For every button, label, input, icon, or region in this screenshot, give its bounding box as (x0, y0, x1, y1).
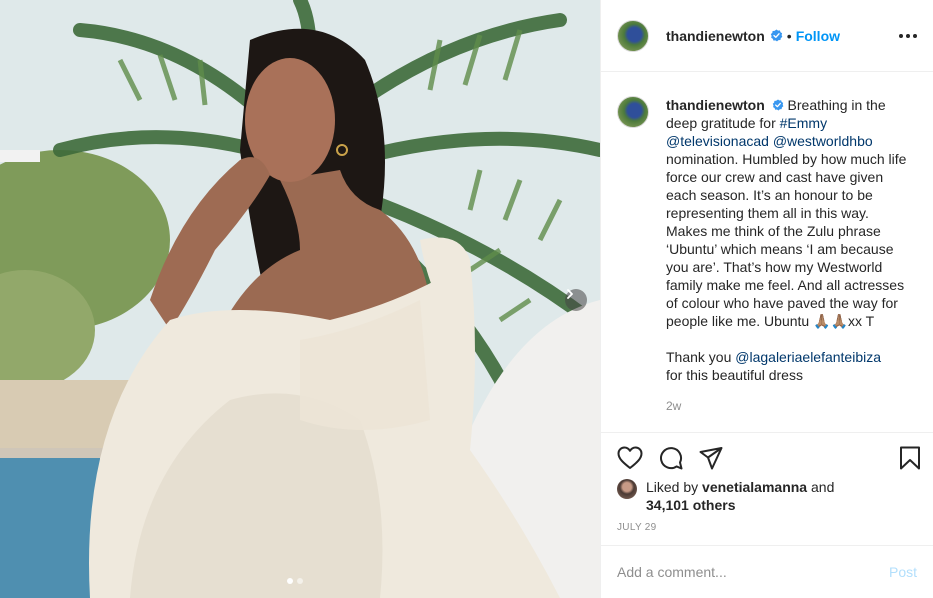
action-bar (601, 432, 933, 482)
likes-count-link[interactable]: 34,101 others (646, 497, 736, 513)
caption-area: thandienewton Breathing in the deep grat… (601, 73, 933, 432)
post-side-panel: thandienewton • Follow thandienewton Bre… (600, 0, 933, 598)
mention-link[interactable]: @westworldhbo (773, 133, 873, 149)
post-date[interactable]: JULY 29 (617, 522, 657, 533)
carousel-dot (297, 578, 303, 584)
caption-text-part-4: for this beautiful dress (666, 367, 803, 383)
header-separator: • (786, 27, 792, 44)
carousel-indicator (287, 578, 303, 584)
mention-link[interactable]: @lagaleriaelefanteibiza (735, 349, 881, 365)
caption-author-username[interactable]: thandienewton (666, 97, 765, 113)
likes-summary: Liked by venetialamanna and 34,101 other… (617, 478, 917, 514)
caption-text: thandienewton Breathing in the deep grat… (666, 96, 911, 415)
carousel-dot-active (287, 578, 293, 584)
share-icon[interactable] (699, 446, 723, 470)
caption-author-avatar[interactable] (617, 96, 649, 128)
caption-emoji: 🙏🏽🙏🏽 (813, 313, 848, 329)
liked-by-label: Liked by (646, 479, 703, 495)
post-comment-button[interactable]: Post (889, 564, 917, 580)
bookmark-icon[interactable] (899, 446, 921, 470)
likes-and-label: and (807, 479, 835, 495)
comment-icon[interactable] (659, 446, 683, 470)
comment-input[interactable] (617, 564, 881, 580)
author-avatar[interactable] (617, 19, 649, 52)
caption-timestamp[interactable]: 2w (666, 397, 911, 415)
hashtag-link[interactable]: #Emmy (780, 115, 827, 131)
carousel-next-button[interactable] (565, 289, 587, 311)
post-photo (0, 0, 600, 598)
mention-link[interactable]: @televisionacad (666, 133, 769, 149)
verified-badge-icon (772, 99, 784, 111)
verified-badge-icon (770, 29, 783, 42)
caption-text-part-3: xx T (847, 313, 875, 329)
chevron-right-icon (567, 289, 573, 299)
post-header: thandienewton • Follow (601, 0, 933, 72)
post-media[interactable] (0, 0, 600, 598)
liker-avatar[interactable] (617, 479, 637, 499)
more-options-icon[interactable] (899, 33, 917, 38)
author-username[interactable]: thandienewton (666, 28, 765, 44)
liker-username[interactable]: venetialamanna (702, 479, 807, 495)
caption-thank-you: Thank you (666, 349, 736, 365)
heart-icon[interactable] (617, 446, 643, 470)
comment-bar: Post (601, 545, 933, 598)
caption-text-part-2: nomination. Humbled by how much life for… (666, 151, 907, 329)
follow-button[interactable]: Follow (796, 28, 840, 44)
